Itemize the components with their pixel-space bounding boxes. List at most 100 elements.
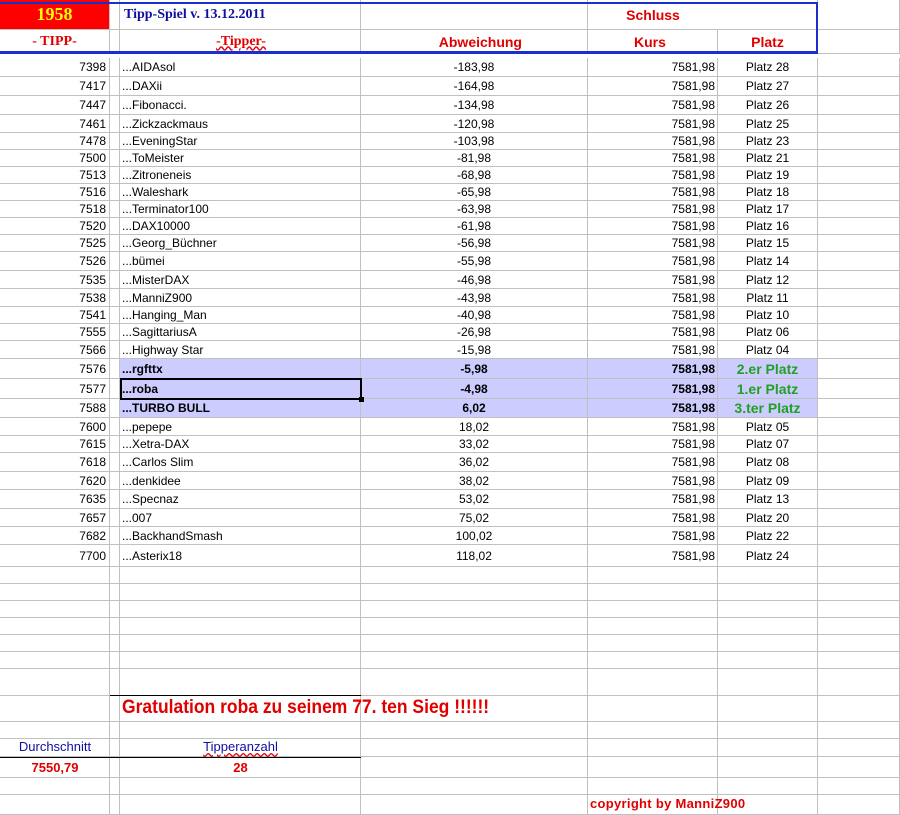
- tipp-value[interactable]: 7566: [0, 341, 110, 358]
- kurs-value[interactable]: 7581,98: [588, 307, 718, 323]
- tipp-value[interactable]: 7588: [0, 399, 110, 417]
- tipper-name[interactable]: ...DAXii: [120, 77, 361, 95]
- kurs-value[interactable]: 7581,98: [588, 289, 718, 306]
- tipp-value[interactable]: 7447: [0, 96, 110, 114]
- platz-value[interactable]: Platz 13: [718, 490, 818, 508]
- tipper-name[interactable]: ...ToMeister: [120, 150, 361, 166]
- platz-value[interactable]: Platz 25: [718, 115, 818, 132]
- abweichung-value[interactable]: -40,98: [361, 307, 588, 323]
- kurs-value[interactable]: 7581,98: [588, 167, 718, 183]
- tipp-value[interactable]: 7538: [0, 289, 110, 306]
- tipp-value[interactable]: 7576: [0, 359, 110, 378]
- kurs-value[interactable]: 7581,98: [588, 490, 718, 508]
- kurs-value[interactable]: 7581,98: [588, 527, 718, 544]
- tipp-value[interactable]: 7461: [0, 115, 110, 132]
- kurs-value[interactable]: 7581,98: [588, 359, 718, 378]
- col-tipper-header[interactable]: -Tipper-: [120, 30, 361, 53]
- kurs-value[interactable]: 7581,98: [588, 150, 718, 166]
- abweichung-value[interactable]: -46,98: [361, 271, 588, 288]
- tipp-value[interactable]: 7618: [0, 453, 110, 471]
- kurs-value[interactable]: 7581,98: [588, 379, 718, 398]
- kurs-value[interactable]: 7581,98: [588, 324, 718, 340]
- col-kurs-header[interactable]: Kurs: [588, 30, 718, 53]
- abweichung-value[interactable]: -164,98: [361, 77, 588, 95]
- abweichung-value[interactable]: 100,02: [361, 527, 588, 544]
- kurs-value[interactable]: 7581,98: [588, 235, 718, 251]
- platz-value[interactable]: Platz 11: [718, 289, 818, 306]
- tipper-name[interactable]: ...Highway Star: [120, 341, 361, 358]
- tipp-value[interactable]: 7535: [0, 271, 110, 288]
- tipper-name[interactable]: ...bümei: [120, 252, 361, 270]
- tipper-name[interactable]: ...Asterix18: [120, 545, 361, 566]
- abweichung-value[interactable]: -120,98: [361, 115, 588, 132]
- platz-value[interactable]: Platz 19: [718, 167, 818, 183]
- kurs-value[interactable]: 7581,98: [588, 399, 718, 417]
- abweichung-value[interactable]: 75,02: [361, 509, 588, 526]
- tipp-value[interactable]: 7682: [0, 527, 110, 544]
- platz-value[interactable]: 2.er Platz: [718, 359, 818, 378]
- tipper-name[interactable]: ...EveningStar: [120, 133, 361, 149]
- kurs-value[interactable]: 7581,98: [588, 77, 718, 95]
- platz-value[interactable]: Platz 09: [718, 472, 818, 489]
- tipp-value[interactable]: 7398: [0, 58, 110, 76]
- tipper-name[interactable]: ...Terminator100: [120, 201, 361, 217]
- kurs-value[interactable]: 7581,98: [588, 218, 718, 234]
- platz-value[interactable]: Platz 21: [718, 150, 818, 166]
- kurs-value[interactable]: 7581,98: [588, 271, 718, 288]
- platz-value[interactable]: Platz 22: [718, 527, 818, 544]
- tipper-name[interactable]: ...rgfttx: [120, 359, 361, 378]
- kurs-value[interactable]: 7581,98: [588, 453, 718, 471]
- tipp-value[interactable]: 7525: [0, 235, 110, 251]
- kurs-value[interactable]: 7581,98: [588, 436, 718, 452]
- tipper-name[interactable]: ...pepepe: [120, 418, 361, 435]
- abweichung-value[interactable]: 36,02: [361, 453, 588, 471]
- kurs-value[interactable]: 7581,98: [588, 418, 718, 435]
- tipper-name[interactable]: ...Hanging_Man: [120, 307, 361, 323]
- tipp-value[interactable]: 7620: [0, 472, 110, 489]
- platz-value[interactable]: Platz 12: [718, 271, 818, 288]
- kurs-value[interactable]: 7581,98: [588, 252, 718, 270]
- col-tipp-header[interactable]: - TIPP-: [0, 30, 110, 53]
- tipp-value[interactable]: 7700: [0, 545, 110, 566]
- platz-value[interactable]: Platz 27: [718, 77, 818, 95]
- durchschnitt-value[interactable]: 7550,79: [0, 760, 110, 775]
- platz-value[interactable]: Platz 04: [718, 341, 818, 358]
- tipp-value[interactable]: 7520: [0, 218, 110, 234]
- tipp-value[interactable]: 7541: [0, 307, 110, 323]
- tipp-value[interactable]: 7500: [0, 150, 110, 166]
- platz-value[interactable]: Platz 16: [718, 218, 818, 234]
- platz-value[interactable]: Platz 18: [718, 184, 818, 200]
- tipp-value[interactable]: 7577: [0, 379, 110, 398]
- tipper-name[interactable]: ...BackhandSmash: [120, 527, 361, 544]
- tipper-name[interactable]: ...DAX10000: [120, 218, 361, 234]
- tipp-value[interactable]: 7600: [0, 418, 110, 435]
- tipp-value[interactable]: 7516: [0, 184, 110, 200]
- abweichung-value[interactable]: 118,02: [361, 545, 588, 566]
- kurs-value[interactable]: 7581,98: [588, 115, 718, 132]
- tipp-value[interactable]: 7526: [0, 252, 110, 270]
- tipper-name[interactable]: ...Xetra-DAX: [120, 436, 361, 452]
- abweichung-value[interactable]: 33,02: [361, 436, 588, 452]
- kurs-value[interactable]: 7581,98: [588, 201, 718, 217]
- platz-value[interactable]: Platz 15: [718, 235, 818, 251]
- gratulation-text[interactable]: Gratulation roba zu seinem 77. ten Sieg …: [122, 697, 489, 719]
- kurs-value[interactable]: 7581,98: [588, 341, 718, 358]
- tipper-name[interactable]: ...TURBO BULL: [120, 399, 361, 417]
- tipp-value[interactable]: 7615: [0, 436, 110, 452]
- abweichung-value[interactable]: 6,02: [361, 399, 588, 417]
- abweichung-value[interactable]: 53,02: [361, 490, 588, 508]
- selected-cell[interactable]: [120, 378, 364, 402]
- platz-value[interactable]: Platz 10: [718, 307, 818, 323]
- tipperanzahl-value[interactable]: 28: [120, 760, 361, 775]
- platz-value[interactable]: Platz 05: [718, 418, 818, 435]
- tipp-value[interactable]: 7513: [0, 167, 110, 183]
- tipper-name[interactable]: ...Zickzackmaus: [120, 115, 361, 132]
- tipper-name[interactable]: ...SagittariusA: [120, 324, 361, 340]
- abweichung-value[interactable]: -103,98: [361, 133, 588, 149]
- kurs-value[interactable]: 7581,98: [588, 133, 718, 149]
- platz-value[interactable]: Platz 06: [718, 324, 818, 340]
- tipp-value[interactable]: 7478: [0, 133, 110, 149]
- abweichung-value[interactable]: -43,98: [361, 289, 588, 306]
- kurs-value[interactable]: 7581,98: [588, 472, 718, 489]
- platz-value[interactable]: Platz 20: [718, 509, 818, 526]
